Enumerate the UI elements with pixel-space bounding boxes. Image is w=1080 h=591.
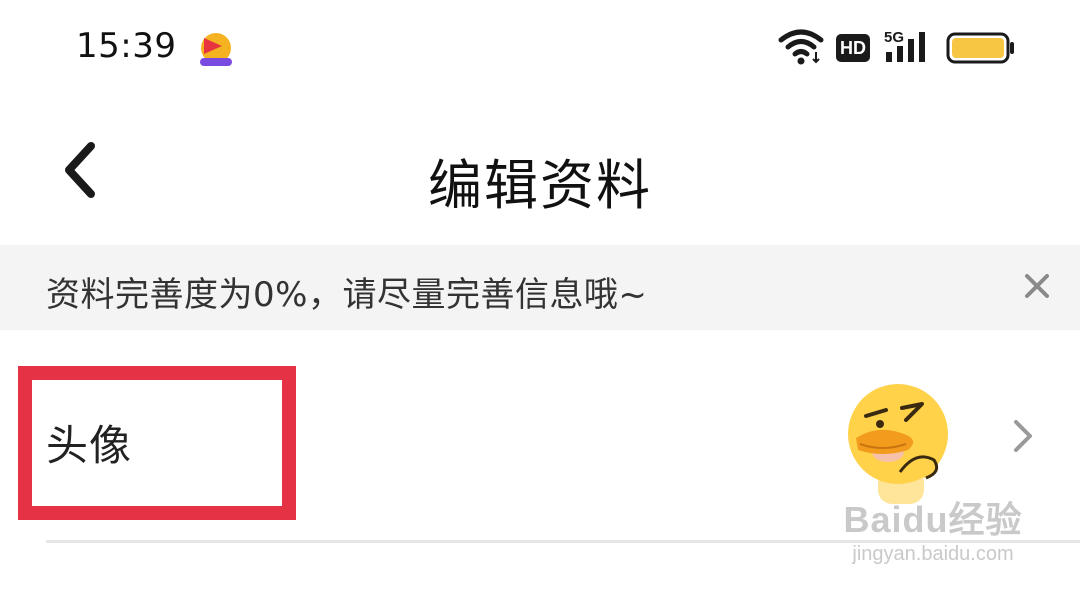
avatar-duck-icon[interactable] bbox=[838, 380, 958, 510]
nav-bar: 编辑资料 bbox=[0, 95, 1080, 245]
network-type-label: 5G bbox=[884, 29, 904, 46]
signal-5g-icon: 5G bbox=[884, 28, 934, 64]
watermark-sub-text: jingyan.baidu.com bbox=[852, 543, 1014, 565]
wifi-icon bbox=[778, 28, 824, 66]
hd-icon: HD bbox=[836, 34, 870, 62]
close-notice-button[interactable] bbox=[1014, 265, 1060, 311]
completion-notice-text: 资料完善度为0%，请尽量完善信息哦~ bbox=[46, 275, 648, 315]
app-icon bbox=[196, 28, 236, 68]
status-time: 15:39 bbox=[76, 26, 177, 66]
watermark-main-text: Baidu经验 bbox=[843, 499, 1023, 540]
watermark: Baidu经验 jingyan.baidu.com bbox=[828, 498, 1038, 578]
status-bar: 15:39 HD 5G bbox=[0, 0, 1080, 95]
battery-icon bbox=[946, 32, 1016, 64]
page-title: 编辑资料 bbox=[428, 154, 652, 217]
chevron-right-icon bbox=[1008, 416, 1036, 456]
highlight-annotation-box bbox=[18, 366, 296, 520]
completion-notice-bar: 资料完善度为0%，请尽量完善信息哦~ bbox=[0, 245, 1080, 330]
close-icon bbox=[1024, 273, 1050, 303]
